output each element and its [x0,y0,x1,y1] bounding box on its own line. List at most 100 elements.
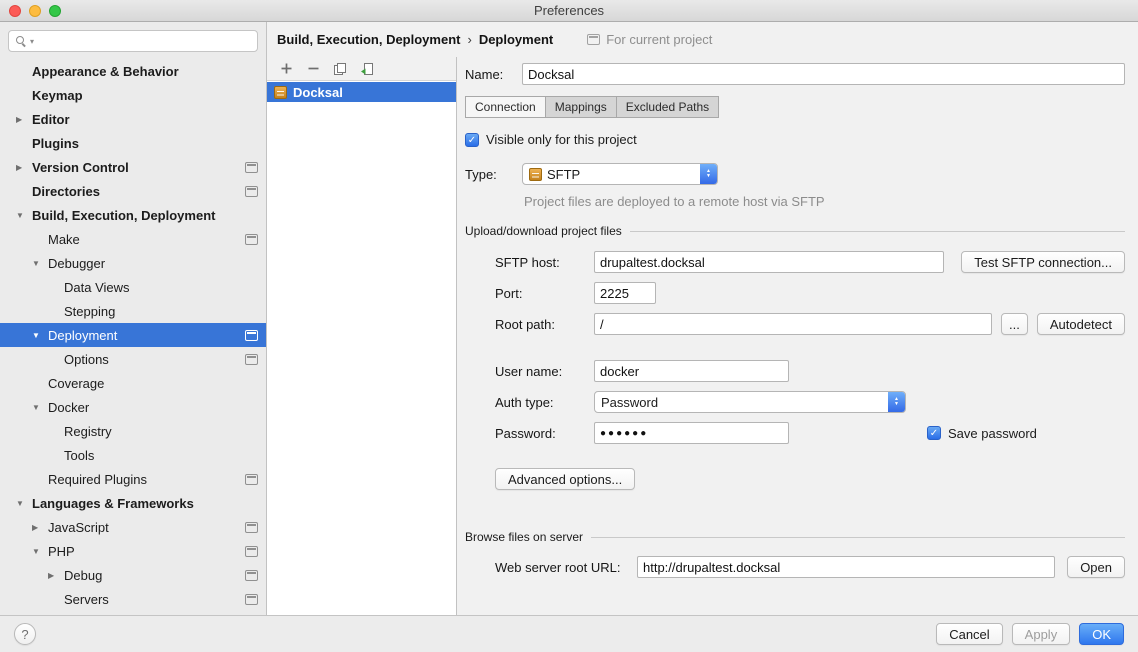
chevron-down-icon[interactable]: ▼ [32,547,48,556]
sidebar-item-debugger[interactable]: ▼ Debugger [0,251,266,275]
sidebar-item-build-execution-deployment[interactable]: ▼ Build, Execution, Deployment [0,203,266,227]
section-divider [591,537,1125,538]
per-project-settings-icon [245,594,258,605]
autodetect-button[interactable]: Autodetect [1037,313,1125,335]
per-project-settings-icon [245,570,258,581]
tab-excluded-paths[interactable]: Excluded Paths [616,96,719,118]
visible-only-checkbox-row: ✓ Visible only for this project [465,132,1125,147]
sidebar-item-coverage[interactable]: Coverage [0,371,266,395]
search-icon [15,35,27,47]
sidebar-item-registry[interactable]: Registry [0,419,266,443]
preferences-window: Preferences ▾ Appearance & Behavior Keym… [0,0,1138,652]
title-bar: Preferences [0,0,1138,22]
add-server-button[interactable] [278,61,294,77]
save-password-checkbox[interactable]: ✓ [927,426,941,440]
cancel-button[interactable]: Cancel [936,623,1002,645]
web-root-input[interactable] [637,556,1055,578]
save-password-row: ✓ Save password [927,426,1037,441]
chevron-down-icon[interactable]: ▼ [32,331,48,340]
sidebar-item-languages-frameworks[interactable]: ▼ Languages & Frameworks [0,491,266,515]
chevron-down-icon[interactable]: ▼ [16,211,32,220]
minimize-button[interactable] [29,5,41,17]
browse-root-path-button[interactable]: ... [1001,313,1028,335]
test-sftp-connection-button[interactable]: Test SFTP connection... [961,251,1125,273]
settings-tabs: Connection Mappings Excluded Paths [465,96,1125,118]
ok-button[interactable]: OK [1079,623,1124,645]
sidebar-item-appearance-behavior[interactable]: Appearance & Behavior [0,59,266,83]
save-password-label: Save password [948,426,1037,441]
breadcrumb-page[interactable]: Deployment [479,32,553,47]
chevron-down-icon[interactable]: ▼ [32,403,48,412]
type-dropdown[interactable]: SFTP ▲ ▼ [522,163,718,185]
sidebar-item-tools[interactable]: Tools [0,443,266,467]
remove-server-button[interactable] [305,61,321,77]
visible-only-checkbox[interactable]: ✓ [465,133,479,147]
dialog-footer: ? Cancel Apply OK [0,615,1138,652]
sftp-server-icon [274,86,287,99]
sidebar-item-php[interactable]: ▼ PHP [0,539,266,563]
section-divider [630,231,1125,232]
sidebar-item-data-views[interactable]: Data Views [0,275,266,299]
breadcrumb-section[interactable]: Build, Execution, Deployment [277,32,460,47]
sidebar-item-javascript[interactable]: ▶ JavaScript [0,515,266,539]
sidebar-item-plugins[interactable]: Plugins [0,131,266,155]
zoom-button[interactable] [49,5,61,17]
sidebar-item-keymap[interactable]: Keymap [0,83,266,107]
chevron-right-icon[interactable]: ▶ [48,571,64,580]
chevron-down-icon[interactable]: ▼ [16,499,32,508]
sidebar-item-servers[interactable]: Servers [0,587,266,611]
per-project-settings-icon [245,522,258,533]
type-label: Type: [465,167,522,182]
tab-connection[interactable]: Connection [465,96,546,118]
sidebar-item-directories[interactable]: Directories [0,179,266,203]
advanced-options-button[interactable]: Advanced options... [495,468,635,490]
sidebar-item-debug[interactable]: ▶ Debug [0,563,266,587]
apply-button[interactable]: Apply [1012,623,1071,645]
open-button[interactable]: Open [1067,556,1125,578]
sidebar-item-deployment[interactable]: ▼ Deployment [0,323,266,347]
sidebar-item-required-plugins[interactable]: Required Plugins [0,467,266,491]
dropdown-stepper-icon: ▲ ▼ [700,163,717,185]
per-project-settings-icon [245,546,258,557]
sidebar-item-editor[interactable]: ▶ Editor [0,107,266,131]
sidebar-item-stepping[interactable]: Stepping [0,299,266,323]
search-field[interactable]: ▾ [8,30,258,52]
auth-type-dropdown[interactable]: Password ▲ ▼ [594,391,906,413]
name-input[interactable] [522,63,1125,85]
sidebar-item-docker[interactable]: ▼ Docker [0,395,266,419]
port-input[interactable] [594,282,656,304]
password-input[interactable] [594,422,789,444]
web-root-label: Web server root URL: [495,560,637,575]
help-button[interactable]: ? [14,623,36,645]
sftp-type-icon [529,168,542,181]
sync-config-icon[interactable] [359,61,375,77]
per-project-settings-icon [245,354,258,365]
server-list-item-docksal[interactable]: Docksal [267,82,456,102]
chevron-right-icon[interactable]: ▶ [32,523,48,532]
sidebar-item-make[interactable]: Make [0,227,266,251]
type-helper-text: Project files are deployed to a remote h… [524,194,1125,209]
per-project-settings-icon [245,330,258,341]
traffic-lights [9,5,61,17]
server-list: Docksal [267,80,456,615]
per-project-settings-icon [245,474,258,485]
breadcrumb-separator: › [467,32,471,47]
user-name-input[interactable] [594,360,789,382]
duplicate-server-button[interactable] [332,61,348,77]
name-label: Name: [465,67,522,82]
dropdown-stepper-icon: ▲ ▼ [888,391,905,413]
chevron-right-icon[interactable]: ▶ [16,115,32,124]
search-input[interactable] [37,32,251,50]
per-project-settings-icon [587,34,600,45]
tab-mappings[interactable]: Mappings [545,96,617,118]
chevron-right-icon[interactable]: ▶ [16,163,32,172]
chevron-down-icon[interactable]: ▼ [32,259,48,268]
root-path-input[interactable] [594,313,992,335]
settings-tree: Appearance & Behavior Keymap ▶ Editor Pl… [0,59,266,611]
sidebar-item-options[interactable]: Options [0,347,266,371]
root-path-label: Root path: [495,317,594,332]
sftp-host-input[interactable] [594,251,944,273]
sidebar-item-version-control[interactable]: ▶ Version Control [0,155,266,179]
close-button[interactable] [9,5,21,17]
search-caret-icon[interactable]: ▾ [30,37,34,46]
